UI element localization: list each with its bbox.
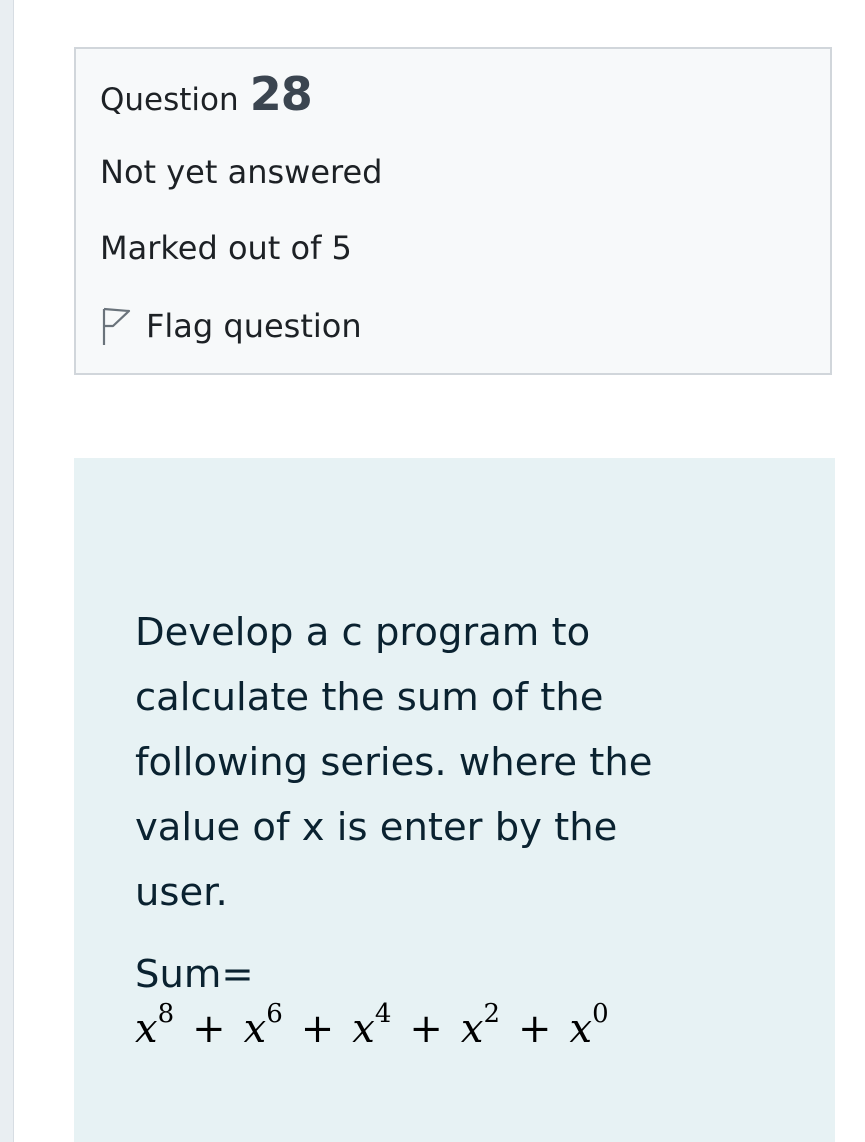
question-grade: Marked out of 5 bbox=[100, 229, 352, 267]
question-label: Question bbox=[100, 82, 239, 118]
question-text-line: following series. where the bbox=[135, 740, 653, 785]
sum-label: Sum= bbox=[135, 952, 254, 997]
question-text: Develop a c program to calculate the sum… bbox=[135, 600, 755, 925]
question-text-line: user. bbox=[135, 870, 228, 915]
formula-term: x4 bbox=[352, 998, 392, 1052]
formula-operator: + bbox=[300, 1006, 335, 1052]
formula-operator: + bbox=[517, 1006, 552, 1052]
formula-term: x0 bbox=[569, 998, 609, 1052]
question-text-line: value of x is enter by the bbox=[135, 805, 618, 850]
question-text-line: Develop a c program to bbox=[135, 610, 591, 655]
series-formula: x8 + x6 + x4 + x2 + x0 bbox=[135, 998, 609, 1052]
question-state: Not yet answered bbox=[100, 153, 383, 191]
flag-icon bbox=[102, 307, 131, 345]
formula-operator: + bbox=[192, 1006, 226, 1052]
quiz-page: Question 28 Not yet answered Marked out … bbox=[0, 0, 865, 1142]
left-rail bbox=[0, 0, 14, 1142]
flag-question-button[interactable]: Flag question bbox=[100, 305, 362, 347]
formula-operator: + bbox=[409, 1006, 443, 1052]
question-heading: Question 28 bbox=[100, 67, 313, 121]
question-text-line: calculate the sum of the bbox=[135, 675, 604, 720]
question-content-panel: Develop a c program to calculate the sum… bbox=[74, 458, 835, 1142]
formula-term: x8 bbox=[135, 998, 175, 1052]
formula-term: x6 bbox=[243, 998, 283, 1052]
formula-term: x2 bbox=[460, 998, 500, 1052]
question-number: 28 bbox=[249, 67, 313, 121]
question-info-panel: Question 28 Not yet answered Marked out … bbox=[74, 47, 832, 375]
flag-question-label: Flag question bbox=[146, 307, 362, 345]
